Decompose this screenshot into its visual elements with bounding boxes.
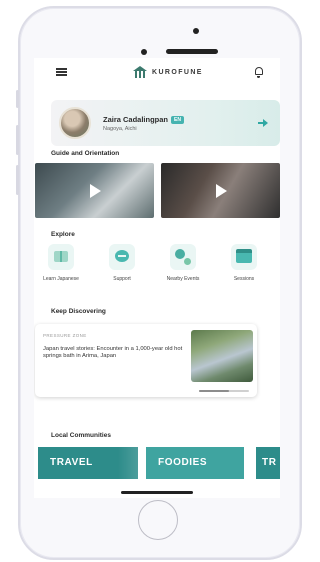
chat-icon: [109, 244, 135, 270]
explore-item-sessions[interactable]: Sessions: [219, 244, 269, 282]
app-screen: KUROFUNE Zaira Cadalingpan EN Nagoya, Aic…: [34, 58, 280, 498]
location-icon: [170, 244, 196, 270]
notification-bell-icon[interactable]: [255, 67, 263, 78]
article-title: Japan travel stories: Encounter in a 1,0…: [43, 346, 183, 360]
app-logo: KUROFUNE: [133, 65, 203, 79]
explore-item-label: Nearby Events: [166, 276, 200, 282]
explore-item-support[interactable]: Support: [97, 244, 147, 282]
explore-item-label: Learn Japanese: [43, 276, 79, 282]
explore-item-nearby-events[interactable]: Nearby Events: [158, 244, 208, 282]
explore-item-label: Sessions: [233, 276, 255, 282]
logo-text: KUROFUNE: [152, 68, 203, 76]
play-icon[interactable]: [89, 183, 101, 198]
profile-location: Nagoya, Aichi: [103, 126, 137, 132]
top-bar: KUROFUNE: [34, 58, 280, 86]
community-chip-travel-partial[interactable]: TR: [256, 447, 280, 479]
explore-item-label: Support: [113, 276, 131, 282]
hamburger-menu-icon[interactable]: [56, 68, 67, 76]
guide-video-2[interactable]: [161, 163, 280, 218]
language-badge: EN: [171, 116, 184, 124]
profile-name: Zaira Cadalingpan: [103, 115, 169, 124]
discover-section-title: Keep Discovering: [51, 308, 106, 315]
guide-section-title: Guide and Orientation: [51, 150, 120, 157]
article-thumbnail-image: [191, 330, 253, 382]
communities-section-title: Local Communities: [51, 432, 111, 439]
calendar-icon: [231, 244, 257, 270]
carousel-progress-indicator: [199, 390, 249, 392]
guide-video-1[interactable]: [35, 163, 154, 218]
explore-section-title: Explore: [51, 231, 75, 238]
discover-article-card[interactable]: PRESSURE ZONE Japan travel stories: Enco…: [35, 324, 257, 397]
arrow-right-icon[interactable]: [258, 119, 268, 127]
camera-dot: [193, 28, 199, 34]
community-chip-foodies[interactable]: FOODIES: [146, 447, 244, 479]
avatar: [59, 107, 91, 139]
article-category: PRESSURE ZONE: [43, 333, 87, 338]
volume-up-button: [16, 125, 19, 155]
profile-card[interactable]: Zaira Cadalingpan EN Nagoya, Aichi: [51, 100, 280, 146]
home-indicator: [121, 491, 193, 494]
explore-item-learn-japanese[interactable]: Learn Japanese: [36, 244, 86, 282]
earpiece-speaker: [166, 49, 218, 54]
front-sensor: [141, 49, 147, 55]
community-chip-travel[interactable]: TRAVEL: [38, 447, 138, 479]
home-button[interactable]: [138, 500, 178, 540]
profile-name-row: Zaira Cadalingpan EN: [103, 115, 184, 124]
mute-switch: [16, 90, 19, 108]
book-icon: [48, 244, 74, 270]
shrine-logo-icon: [133, 66, 148, 78]
volume-down-button: [16, 165, 19, 195]
play-icon[interactable]: [215, 183, 227, 198]
